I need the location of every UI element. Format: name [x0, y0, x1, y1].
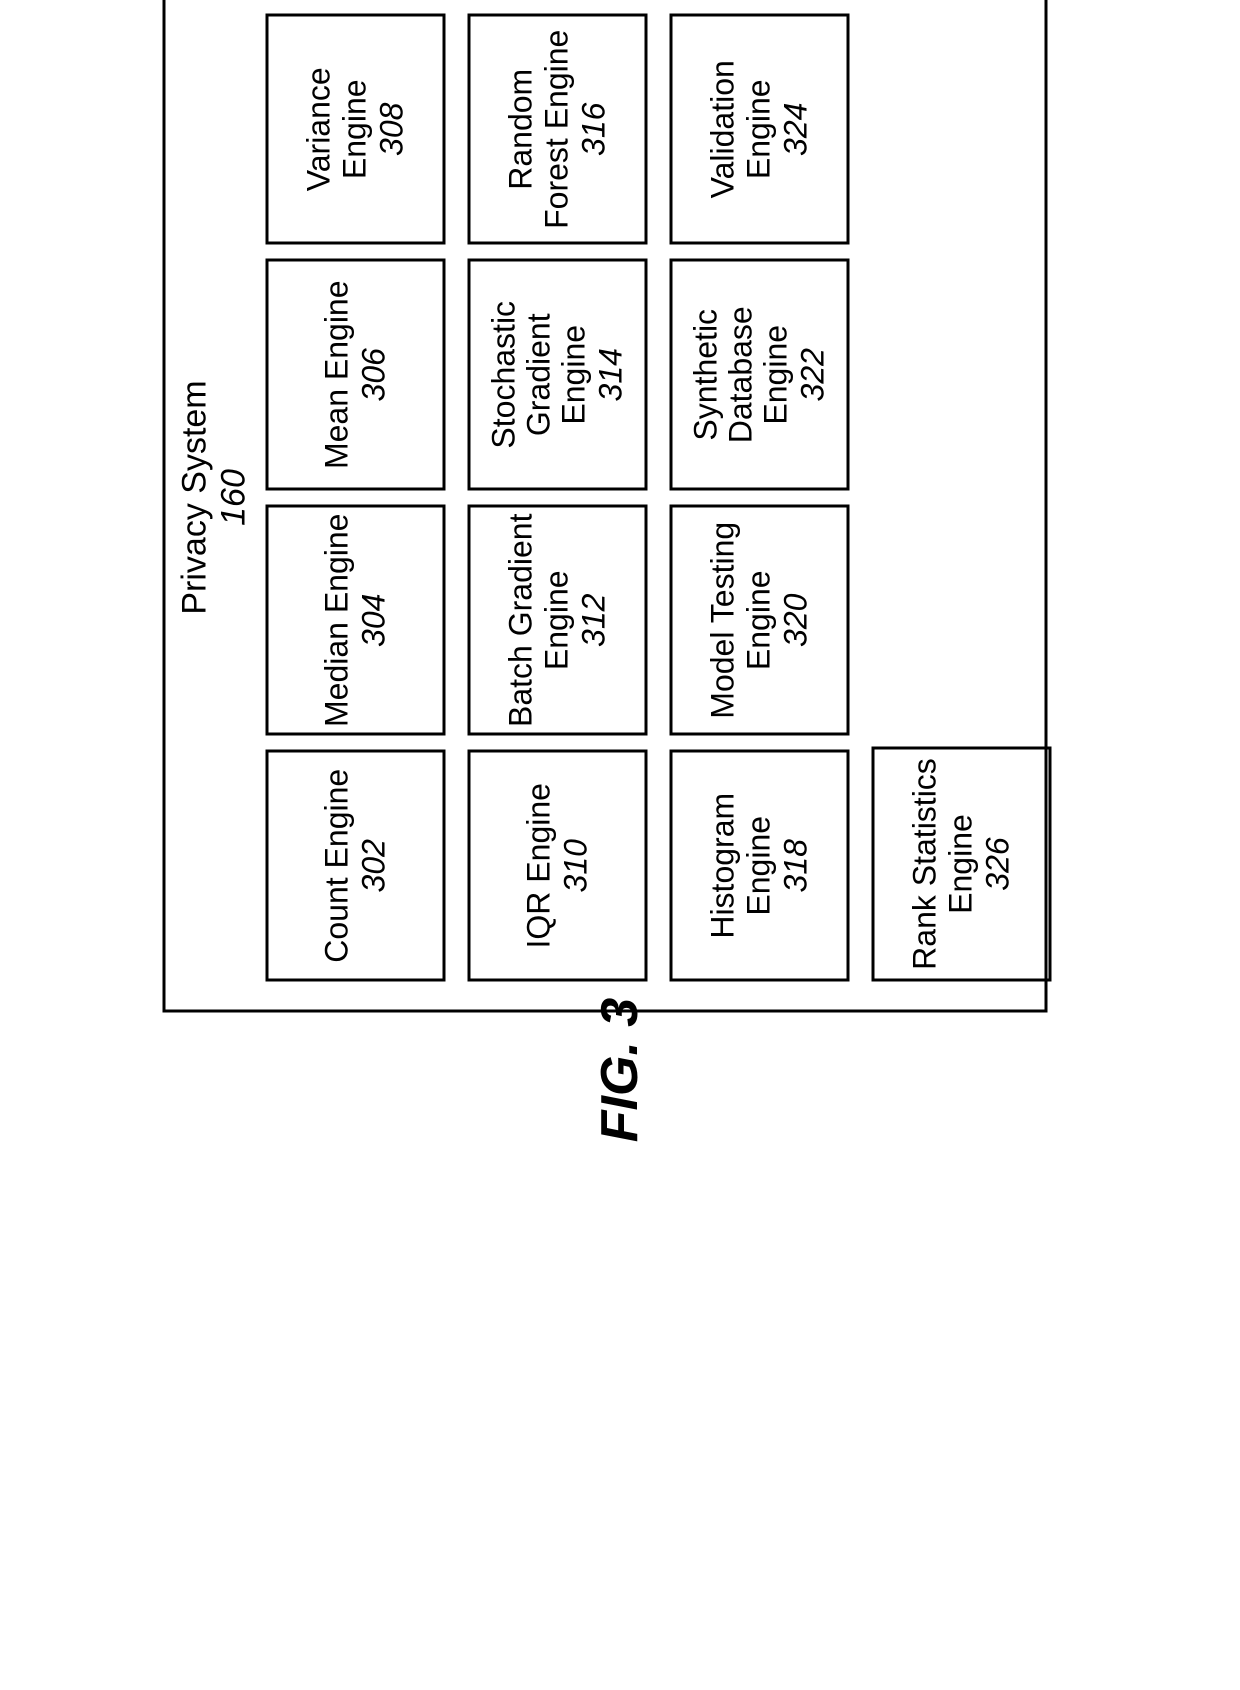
- engine-label: Mean Engine: [320, 280, 355, 469]
- engine-label: Histogram Engine: [706, 757, 776, 975]
- engine-row: Rank Statistics Engine 326: [872, 14, 1052, 982]
- engine-ref: 320: [778, 594, 813, 647]
- histogram-engine-box: Histogram Engine 318: [670, 750, 850, 982]
- engine-ref: 316: [576, 103, 611, 156]
- system-ref: 160: [215, 0, 254, 1010]
- count-engine-box: Count Engine 302: [266, 750, 446, 982]
- random-forest-engine-box: Random Forest Engine 316: [468, 14, 648, 246]
- engine-row: Count Engine 302 Median Engine 304 Mean …: [266, 14, 446, 982]
- engine-ref: 304: [357, 594, 392, 647]
- figure-label: FIG. 3: [590, 450, 650, 1690]
- system-title: Privacy System: [176, 0, 215, 1010]
- engine-label: IQR Engine: [522, 783, 557, 948]
- engine-grid: Count Engine 302 Median Engine 304 Mean …: [254, 0, 1052, 1010]
- engine-ref: 322: [796, 348, 831, 401]
- rank-statistics-engine-box: Rank Statistics Engine 326: [872, 747, 1052, 982]
- engine-ref: 302: [357, 839, 392, 892]
- engine-row: Histogram Engine 318 Model Testing Engin…: [670, 14, 850, 982]
- engine-ref: 326: [980, 837, 1015, 890]
- engine-ref: 308: [374, 103, 409, 156]
- engine-label: Batch Gradient Engine: [504, 512, 574, 730]
- engine-ref: 324: [778, 103, 813, 156]
- engine-label: Rank Statistics Engine: [908, 754, 978, 975]
- engine-ref: 306: [357, 348, 392, 401]
- engine-label: Synthetic Database Engine: [688, 266, 794, 484]
- median-engine-box: Median Engine 304: [266, 505, 446, 737]
- engine-ref: 318: [778, 839, 813, 892]
- engine-ref: 310: [559, 839, 594, 892]
- engine-label: Median Engine: [320, 514, 355, 727]
- engine-ref: 314: [594, 348, 629, 401]
- model-testing-engine-box: Model Testing Engine 320: [670, 505, 850, 737]
- mean-engine-box: Mean Engine 306: [266, 259, 446, 491]
- validation-engine-box: Validation Engine 324: [670, 14, 850, 246]
- engine-label: Model Testing Engine: [706, 512, 776, 730]
- engine-label: Random Forest Engine: [504, 21, 574, 239]
- system-header: Privacy System 160: [166, 0, 254, 1010]
- variance-engine-box: Variance Engine 308: [266, 14, 446, 246]
- synthetic-database-engine-box: Synthetic Database Engine 322: [670, 259, 850, 491]
- engine-label: Stochastic Gradient Engine: [486, 266, 592, 484]
- engine-label: Validation Engine: [706, 21, 776, 239]
- engine-label: Count Engine: [320, 769, 355, 963]
- engine-label: Variance Engine: [302, 21, 372, 239]
